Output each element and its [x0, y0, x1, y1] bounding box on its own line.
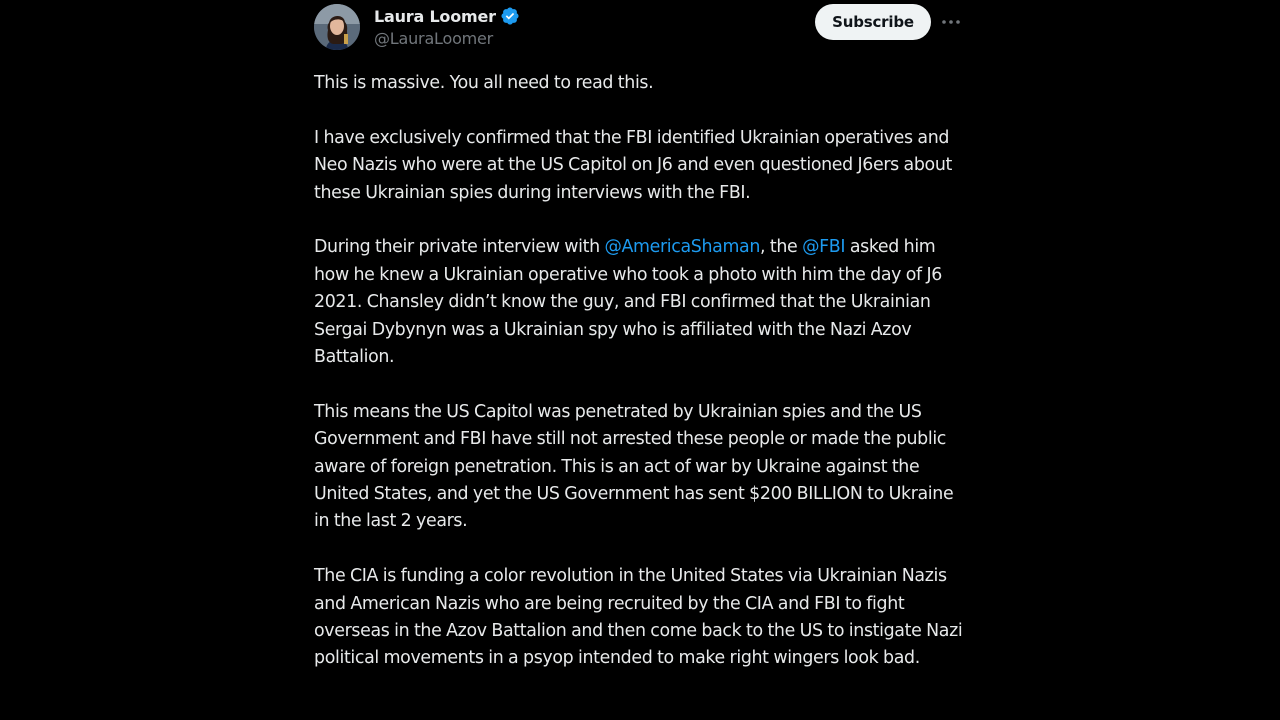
subscribe-button[interactable]: Subscribe [815, 4, 931, 40]
mention-link-americashaman[interactable]: @AmericaShaman [604, 237, 760, 257]
post-text: This is massive. You all need to read th… [314, 70, 964, 700]
author-handle[interactable]: @LauraLoomer [374, 29, 520, 48]
author-display-name[interactable]: Laura Loomer [374, 7, 496, 26]
more-icon[interactable] [940, 9, 962, 35]
post-paragraph: This is massive. You all need to read th… [314, 73, 654, 93]
post-paragraph: I have exclusively confirmed that the FB… [314, 127, 952, 203]
post-text-segment: , the [760, 237, 803, 258]
post-paragraph: This means the US Capitol was penetrated… [314, 401, 954, 532]
verified-badge-icon[interactable] [500, 6, 520, 26]
post-paragraph: The CIA is funding a color revolution in… [314, 566, 963, 669]
author-info: Laura Loomer @LauraLoomer [374, 5, 520, 48]
post-header: Laura Loomer @LauraLoomer Subscribe [312, 0, 968, 60]
post-paragraph: During their private interview with @Ame… [314, 234, 964, 371]
mention-link-fbi[interactable]: @FBI [802, 237, 845, 257]
avatar[interactable] [314, 4, 360, 50]
post: Laura Loomer @LauraLoomer Subscribe This… [312, 0, 968, 720]
post-text-segment: During their private interview with [314, 237, 605, 258]
